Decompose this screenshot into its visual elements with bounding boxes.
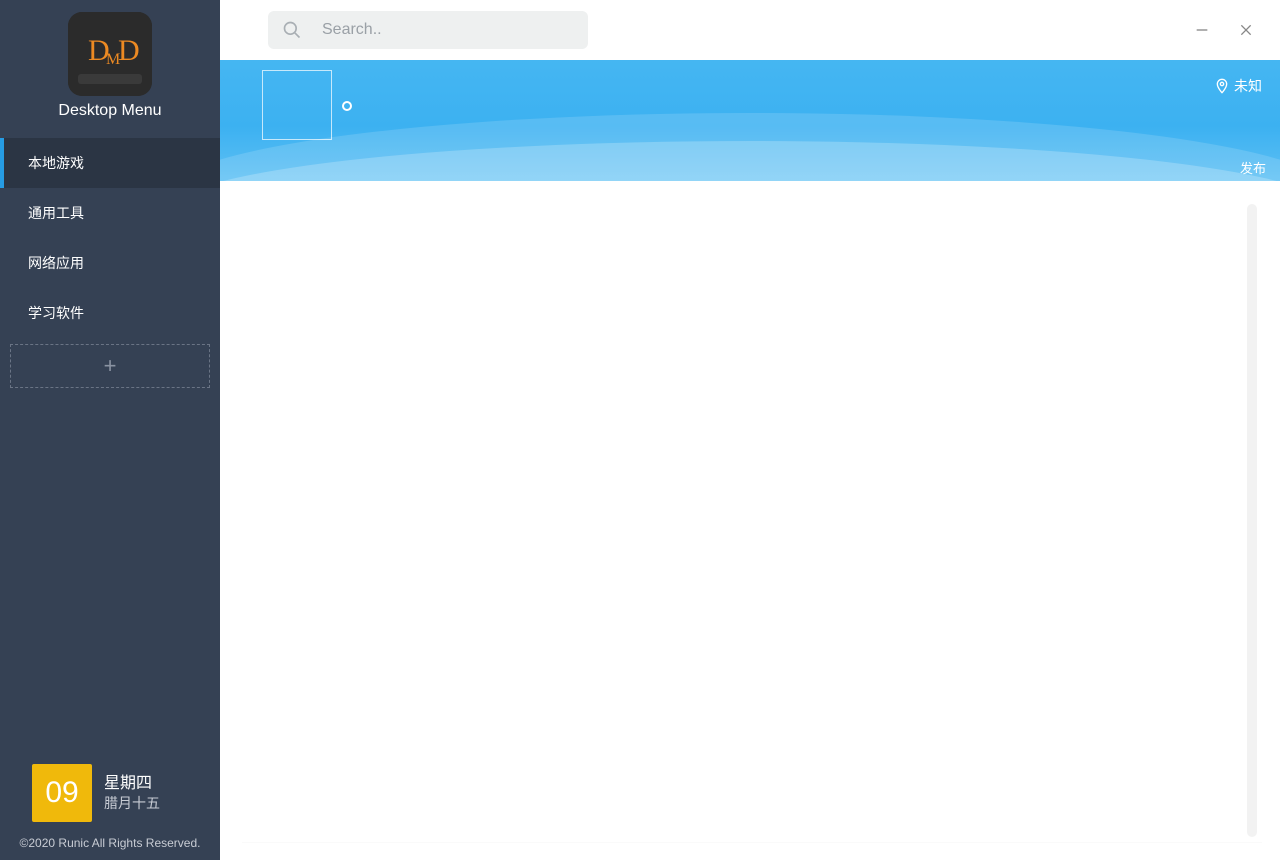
sidebar-item-network-apps[interactable]: 网络应用 bbox=[0, 238, 220, 288]
close-icon bbox=[1238, 22, 1254, 38]
vertical-scrollbar[interactable] bbox=[1247, 204, 1257, 837]
search-input[interactable] bbox=[268, 11, 588, 49]
search-icon bbox=[282, 20, 302, 40]
main-area: 未知 发布 bbox=[220, 0, 1280, 860]
app-logo-icon: D M D bbox=[68, 12, 152, 96]
sidebar-nav: 本地游戏 通用工具 网络应用 学习软件 + bbox=[0, 138, 220, 388]
copyright-text: ©2020 Runic All Rights Reserved. bbox=[0, 830, 220, 860]
publish-label: 发布 bbox=[1240, 161, 1266, 176]
sidebar-item-common-tools[interactable]: 通用工具 bbox=[0, 188, 220, 238]
sidebar: D M D Desktop Menu 本地游戏 通用工具 网络应用 学习软件 + bbox=[0, 0, 220, 860]
sidebar-item-label: 网络应用 bbox=[28, 253, 84, 273]
sidebar-item-label: 通用工具 bbox=[28, 203, 84, 223]
content-panel-body bbox=[243, 200, 1247, 841]
date-lunar: 腊月十五 bbox=[104, 794, 160, 813]
search-box bbox=[268, 11, 588, 49]
sidebar-item-study-software[interactable]: 学习软件 bbox=[0, 288, 220, 338]
content-panel bbox=[242, 199, 1262, 842]
date-widget: 09 星期四 腊月十五 bbox=[0, 764, 220, 830]
svg-text:D: D bbox=[118, 34, 140, 67]
sidebar-item-label: 学习软件 bbox=[28, 303, 84, 323]
close-button[interactable] bbox=[1228, 12, 1264, 48]
date-weekday: 星期四 bbox=[104, 773, 160, 795]
status-indicator-icon bbox=[342, 101, 352, 111]
topbar bbox=[220, 0, 1280, 60]
user-avatar-placeholder[interactable] bbox=[262, 70, 332, 140]
sidebar-item-label: 本地游戏 bbox=[28, 153, 84, 173]
minimize-icon bbox=[1194, 22, 1210, 38]
location-pin-icon bbox=[1214, 78, 1230, 94]
date-day-badge: 09 bbox=[32, 764, 92, 822]
content-area bbox=[220, 181, 1280, 860]
plus-icon: + bbox=[104, 353, 117, 379]
app-title: Desktop Menu bbox=[58, 102, 161, 120]
sidebar-add-category-button[interactable]: + bbox=[10, 344, 210, 388]
hero-banner: 未知 发布 bbox=[220, 60, 1280, 181]
location-label: 未知 bbox=[1234, 76, 1262, 96]
minimize-button[interactable] bbox=[1184, 12, 1220, 48]
app-logo-block: D M D Desktop Menu bbox=[0, 0, 220, 120]
sidebar-item-local-games[interactable]: 本地游戏 bbox=[0, 138, 220, 188]
publish-button[interactable]: 发布 bbox=[1240, 158, 1266, 177]
location-indicator[interactable]: 未知 bbox=[1214, 76, 1262, 96]
